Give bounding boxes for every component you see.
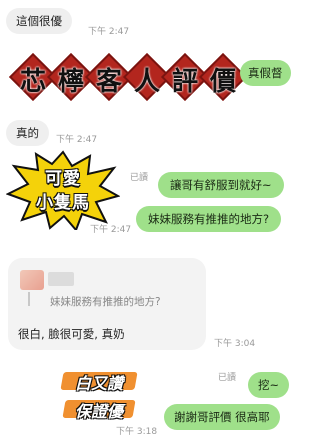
message-text: 謝謝哥評價 很高耶 (174, 410, 270, 424)
outgoing-message[interactable]: 挖~ (248, 372, 290, 399)
message-timestamp: 下午 3:04 (214, 339, 256, 349)
reviews-banner-sticker: 芯 檸 客 人 評 價 (8, 52, 248, 102)
blurred-name (48, 272, 74, 286)
message-text: 真假督 (248, 66, 283, 80)
burst-line-1: 可愛 (45, 169, 81, 189)
outgoing-message[interactable]: 讓哥有舒服到就好~ (158, 172, 284, 199)
quoted-text: 妹妹服務有推推的地方? (50, 296, 161, 308)
outgoing-message[interactable]: 妹妹服務有推推的地方? (136, 206, 282, 233)
message-text: 妹妹服務有推推的地方? (148, 212, 270, 226)
banner-char: 客 (95, 67, 122, 97)
read-receipt: 已讀 (130, 173, 149, 183)
banner-char: 檸 (57, 67, 84, 97)
message-timestamp: 下午 2:47 (88, 27, 130, 37)
cute-petite-starburst-sticker: 可愛 小隻馬 (5, 150, 121, 232)
banner-char: 芯 (19, 67, 46, 97)
incoming-message[interactable]: 真的 (6, 120, 49, 147)
avatar-thumbnail (20, 270, 44, 290)
incoming-message[interactable]: 這個很優 (6, 8, 72, 35)
banner-char: 評 (171, 67, 198, 97)
banner3-line-1: 白又讚 (74, 374, 123, 393)
read-receipt: 已讀 (218, 373, 237, 383)
outgoing-message[interactable]: 真假督 (240, 60, 291, 87)
quote-indicator (28, 292, 30, 306)
message-timestamp: 下午 2:47 (90, 225, 132, 235)
message-text: 真的 (16, 126, 39, 140)
banner-char: 價 (209, 67, 236, 97)
message-timestamp: 下午 2:47 (56, 135, 98, 145)
reply-text: 很白, 臉很可愛, 真奶 (18, 327, 125, 341)
message-timestamp: 下午 3:18 (116, 427, 158, 437)
message-text: 挖~ (258, 378, 280, 392)
banner-char: 人 (133, 67, 160, 97)
white-good-guaranteed-sticker: 白又讚 保證優 (60, 366, 138, 428)
message-text: 這個很優 (16, 14, 62, 28)
message-text: 讓哥有舒服到就好~ (170, 178, 272, 192)
outgoing-message[interactable]: 謝謝哥評價 很高耶 (164, 404, 280, 431)
banner3-line-2: 保證優 (74, 402, 123, 421)
reply-message-card[interactable]: 妹妹服務有推推的地方? 很白, 臉很可愛, 真奶 (8, 258, 206, 350)
burst-line-2: 小隻馬 (36, 193, 90, 213)
